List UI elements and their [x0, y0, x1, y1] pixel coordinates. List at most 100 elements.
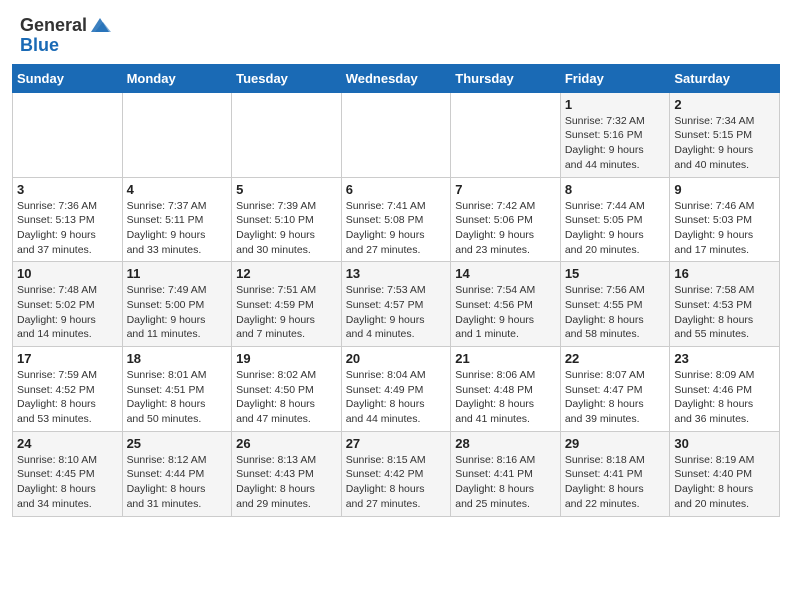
day-number: 16	[674, 266, 775, 281]
calendar-cell: 30Sunrise: 8:19 AMSunset: 4:40 PMDayligh…	[670, 431, 780, 516]
calendar-cell	[122, 92, 232, 177]
calendar-header-monday: Monday	[122, 64, 232, 92]
day-number: 28	[455, 436, 556, 451]
calendar-cell	[232, 92, 342, 177]
day-number: 11	[127, 266, 228, 281]
calendar-week-row: 24 Sunrise: 8:10 AMSunset: 4:45 PMDayligh…	[13, 431, 780, 516]
day-info: Sunrise: 7:46 AMSunset: 5:03 PMDaylight:…	[674, 199, 775, 258]
day-number: 30	[674, 436, 775, 451]
calendar-week-row: 17 Sunrise: 7:59 AMSunset: 4:52 PMDayligh…	[13, 347, 780, 432]
day-number: 23	[674, 351, 775, 366]
day-info: Sunrise: 8:01 AMSunset: 4:51 PMDaylight:…	[127, 368, 228, 427]
calendar-cell: 26 Sunrise: 8:13 AMSunset: 4:43 PMDayligh…	[232, 431, 342, 516]
day-info: Sunrise: 7:42 AMSunset: 5:06 PMDaylight:…	[455, 199, 556, 258]
day-info: Sunrise: 8:15 AMSunset: 4:42 PMDaylight:…	[346, 453, 447, 512]
day-number: 6	[346, 182, 447, 197]
day-info: Sunrise: 8:10 AMSunset: 4:45 PMDaylight:…	[17, 453, 118, 512]
calendar-cell: 2Sunrise: 7:34 AMSunset: 5:15 PMDaylight…	[670, 92, 780, 177]
day-info: Sunrise: 8:13 AMSunset: 4:43 PMDaylight:…	[236, 453, 337, 512]
calendar-header-saturday: Saturday	[670, 64, 780, 92]
day-number: 14	[455, 266, 556, 281]
day-number: 25	[127, 436, 228, 451]
day-number: 21	[455, 351, 556, 366]
day-info: Sunrise: 8:06 AMSunset: 4:48 PMDaylight:…	[455, 368, 556, 427]
logo: General Blue	[20, 16, 111, 56]
calendar-cell: 18 Sunrise: 8:01 AMSunset: 4:51 PMDayligh…	[122, 347, 232, 432]
calendar-cell: 27 Sunrise: 8:15 AMSunset: 4:42 PMDayligh…	[341, 431, 451, 516]
calendar-cell: 22 Sunrise: 8:07 AMSunset: 4:47 PMDayligh…	[560, 347, 670, 432]
day-number: 18	[127, 351, 228, 366]
page-header: General Blue	[0, 0, 792, 64]
day-info: Sunrise: 7:56 AMSunset: 4:55 PMDaylight:…	[565, 283, 666, 342]
calendar-cell	[13, 92, 123, 177]
day-number: 26	[236, 436, 337, 451]
day-info: Sunrise: 7:37 AMSunset: 5:11 PMDaylight:…	[127, 199, 228, 258]
day-number: 15	[565, 266, 666, 281]
logo-icon	[89, 14, 111, 36]
calendar-cell: 1Sunrise: 7:32 AMSunset: 5:16 PMDaylight…	[560, 92, 670, 177]
day-number: 5	[236, 182, 337, 197]
day-info: Sunrise: 7:58 AMSunset: 4:53 PMDaylight:…	[674, 283, 775, 342]
day-number: 19	[236, 351, 337, 366]
day-number: 3	[17, 182, 118, 197]
calendar-week-row: 3 Sunrise: 7:36 AMSunset: 5:13 PMDaylight…	[13, 177, 780, 262]
calendar-cell: 4 Sunrise: 7:37 AMSunset: 5:11 PMDaylight…	[122, 177, 232, 262]
calendar-cell: 7 Sunrise: 7:42 AMSunset: 5:06 PMDaylight…	[451, 177, 561, 262]
calendar-cell: 11Sunrise: 7:49 AMSunset: 5:00 PMDayligh…	[122, 262, 232, 347]
day-info: Sunrise: 7:39 AMSunset: 5:10 PMDaylight:…	[236, 199, 337, 258]
day-info: Sunrise: 7:41 AMSunset: 5:08 PMDaylight:…	[346, 199, 447, 258]
day-info: Sunrise: 7:53 AMSunset: 4:57 PMDaylight:…	[346, 283, 447, 342]
calendar-cell: 20Sunrise: 8:04 AMSunset: 4:49 PMDayligh…	[341, 347, 451, 432]
calendar-header-wednesday: Wednesday	[341, 64, 451, 92]
calendar-header-thursday: Thursday	[451, 64, 561, 92]
calendar-header-sunday: Sunday	[13, 64, 123, 92]
day-info: Sunrise: 7:54 AMSunset: 4:56 PMDaylight:…	[455, 283, 556, 342]
day-number: 22	[565, 351, 666, 366]
calendar-cell: 19 Sunrise: 8:02 AMSunset: 4:50 PMDayligh…	[232, 347, 342, 432]
day-info: Sunrise: 7:44 AMSunset: 5:05 PMDaylight:…	[565, 199, 666, 258]
calendar-cell: 23 Sunrise: 8:09 AMSunset: 4:46 PMDayligh…	[670, 347, 780, 432]
calendar-cell: 15 Sunrise: 7:56 AMSunset: 4:55 PMDayligh…	[560, 262, 670, 347]
day-info: Sunrise: 8:09 AMSunset: 4:46 PMDaylight:…	[674, 368, 775, 427]
day-number: 9	[674, 182, 775, 197]
calendar-cell: 9 Sunrise: 7:46 AMSunset: 5:03 PMDaylight…	[670, 177, 780, 262]
calendar-cell: 28Sunrise: 8:16 AMSunset: 4:41 PMDayligh…	[451, 431, 561, 516]
calendar-header-tuesday: Tuesday	[232, 64, 342, 92]
calendar-cell: 12 Sunrise: 7:51 AMSunset: 4:59 PMDayligh…	[232, 262, 342, 347]
day-number: 1	[565, 97, 666, 112]
day-number: 13	[346, 266, 447, 281]
day-info: Sunrise: 7:51 AMSunset: 4:59 PMDaylight:…	[236, 283, 337, 342]
day-info: Sunrise: 8:18 AMSunset: 4:41 PMDaylight:…	[565, 453, 666, 512]
calendar-wrap: SundayMondayTuesdayWednesdayThursdayFrid…	[0, 64, 792, 529]
calendar-header-row: SundayMondayTuesdayWednesdayThursdayFrid…	[13, 64, 780, 92]
day-number: 17	[17, 351, 118, 366]
logo-blue-text: Blue	[20, 36, 59, 56]
calendar-cell: 6 Sunrise: 7:41 AMSunset: 5:08 PMDaylight…	[341, 177, 451, 262]
calendar-cell: 24 Sunrise: 8:10 AMSunset: 4:45 PMDayligh…	[13, 431, 123, 516]
day-number: 4	[127, 182, 228, 197]
day-number: 29	[565, 436, 666, 451]
day-number: 7	[455, 182, 556, 197]
day-info: Sunrise: 8:07 AMSunset: 4:47 PMDaylight:…	[565, 368, 666, 427]
calendar-cell: 3 Sunrise: 7:36 AMSunset: 5:13 PMDaylight…	[13, 177, 123, 262]
calendar-cell: 17 Sunrise: 7:59 AMSunset: 4:52 PMDayligh…	[13, 347, 123, 432]
day-number: 27	[346, 436, 447, 451]
calendar-table: SundayMondayTuesdayWednesdayThursdayFrid…	[12, 64, 780, 517]
calendar-cell: 29 Sunrise: 8:18 AMSunset: 4:41 PMDayligh…	[560, 431, 670, 516]
calendar-cell	[451, 92, 561, 177]
day-number: 12	[236, 266, 337, 281]
day-info: Sunrise: 8:04 AMSunset: 4:49 PMDaylight:…	[346, 368, 447, 427]
calendar-week-row: 1Sunrise: 7:32 AMSunset: 5:16 PMDaylight…	[13, 92, 780, 177]
day-info: Sunrise: 8:02 AMSunset: 4:50 PMDaylight:…	[236, 368, 337, 427]
day-info: Sunrise: 7:48 AMSunset: 5:02 PMDaylight:…	[17, 283, 118, 342]
calendar-cell: 8 Sunrise: 7:44 AMSunset: 5:05 PMDaylight…	[560, 177, 670, 262]
day-info: Sunrise: 7:34 AMSunset: 5:15 PMDaylight:…	[674, 114, 775, 173]
calendar-cell	[341, 92, 451, 177]
calendar-cell: 10Sunrise: 7:48 AMSunset: 5:02 PMDayligh…	[13, 262, 123, 347]
calendar-header-friday: Friday	[560, 64, 670, 92]
day-info: Sunrise: 7:36 AMSunset: 5:13 PMDaylight:…	[17, 199, 118, 258]
day-info: Sunrise: 7:59 AMSunset: 4:52 PMDaylight:…	[17, 368, 118, 427]
logo-general-text: General	[20, 16, 87, 36]
day-number: 8	[565, 182, 666, 197]
day-number: 24	[17, 436, 118, 451]
